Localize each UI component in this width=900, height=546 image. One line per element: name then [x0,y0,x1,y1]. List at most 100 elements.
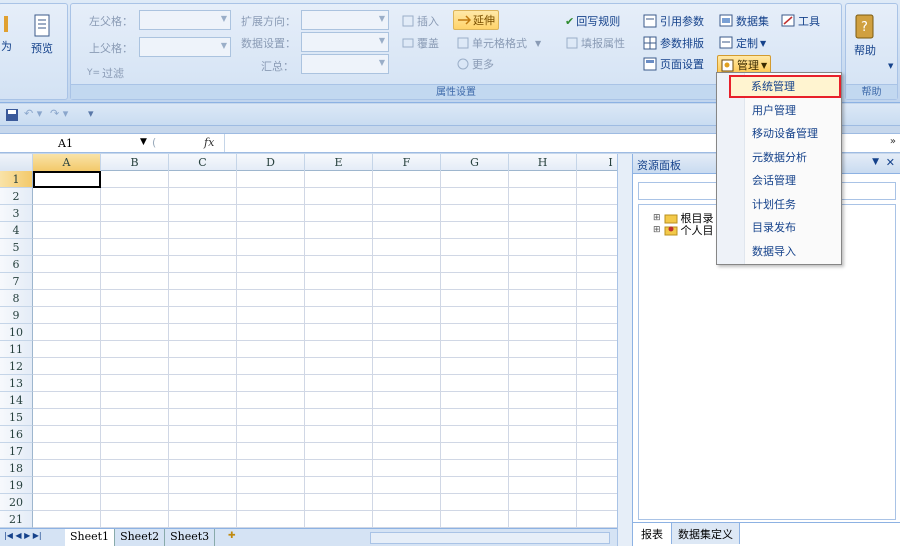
spreadsheet-grid[interactable]: ABCDEFGHI 1 2 3 4 5 6 7 8 9 10 11 12 13 14 15 16 17 18 19 2… [0,154,617,528]
column-header[interactable]: C [169,154,237,171]
gridline [33,289,617,290]
row-header[interactable]: 10 [0,324,33,341]
sheet-tab[interactable]: Sheet1 [65,529,116,546]
column-header[interactable]: B [101,154,169,171]
row-header[interactable]: 9 [0,307,33,324]
customize-button[interactable]: 定制 ▼ [719,35,766,51]
chevron-down-icon: ▼ [220,14,227,23]
overwrite-button[interactable]: 覆盖 [401,35,439,51]
file-group: 为 预览 [0,3,68,100]
collapse-icon[interactable]: » [890,136,896,147]
fill-property-button[interactable]: 填报属性 [565,35,625,51]
row-header[interactable]: 7 [0,273,33,290]
menu-item[interactable]: 移动设备管理 [718,122,840,145]
tree-node-personal[interactable]: ⊞ 个人目 [653,222,714,238]
sheet-tab[interactable]: Sheet3 [165,529,216,546]
fx-icon[interactable]: fx [204,136,214,149]
tab-report[interactable]: 报表 [633,523,672,544]
customize-qat-icon[interactable]: ▾ [88,107,94,120]
more-label: 更多 [472,58,494,71]
top-parent-combo[interactable]: ▼ [139,37,231,57]
undo-icon[interactable]: ↶ ▾ [24,107,42,120]
extend-button[interactable]: 延伸 [453,10,499,30]
dataset-button[interactable]: 数据集 [719,13,769,29]
row-header[interactable]: 20 [0,494,33,511]
menu-item[interactable]: 目录发布 [718,216,840,239]
page-setup-icon [643,57,657,71]
select-all-corner[interactable] [0,154,33,171]
summary-combo[interactable]: ▼ [301,54,389,74]
row-header[interactable]: 11 [0,341,33,358]
data-setting-combo[interactable]: ▼ [301,32,389,52]
writeback-rule-button[interactable]: ✔ 回写规则 [565,13,620,29]
tools-button[interactable]: 工具 [781,13,820,29]
menu-item[interactable]: 计划任务 [718,193,840,216]
cell-format-button[interactable]: 单元格格式 ▼ [456,35,541,51]
help-button[interactable]: ? 帮助 ▼ [854,14,893,70]
insert-button[interactable]: 插入 [401,13,439,29]
data-setting-label: 数据设置： [241,37,296,50]
row-header[interactable]: 16 [0,426,33,443]
page-setup-button[interactable]: 页面设置 [643,56,704,72]
row-header[interactable]: 1 [0,171,33,188]
column-header[interactable]: H [509,154,577,171]
gridline [33,493,617,494]
redo-icon[interactable]: ↷ ▾ [50,107,68,120]
column-header[interactable]: F [373,154,441,171]
item-button[interactable]: 为 [1,14,12,54]
column-header[interactable]: E [305,154,373,171]
active-cell[interactable] [33,171,101,188]
column-header[interactable]: D [237,154,305,171]
expand-icon[interactable]: ⊞ [653,225,661,235]
row-header[interactable]: 14 [0,392,33,409]
menu-item[interactable]: 会话管理 [718,169,840,192]
gridline [440,171,441,528]
save-icon[interactable] [5,108,19,122]
menu-item[interactable]: 系统管理 [729,75,841,98]
row-header[interactable]: 13 [0,375,33,392]
row-header[interactable]: 19 [0,477,33,494]
row-header[interactable]: 17 [0,443,33,460]
menu-item[interactable]: 元数据分析 [718,146,840,169]
name-box-dropdown-icon[interactable]: ▼ [140,137,147,147]
tab-nav-first-icon[interactable]: |◀ ◀ ▶ ▶| [4,531,42,540]
ref-param-icon [643,14,657,28]
new-sheet-icon[interactable]: ✚ [228,531,236,541]
panel-splitter[interactable] [617,154,632,546]
horizontal-scrollbar[interactable] [370,532,610,544]
item1-label: 为 [1,40,12,53]
row-header[interactable]: 3 [0,205,33,222]
ref-param-button[interactable]: 引用参数 [643,13,704,29]
row-header[interactable]: 5 [0,239,33,256]
column-header[interactable]: I [577,154,617,171]
row-header[interactable]: 15 [0,409,33,426]
menu-item[interactable]: 用户管理 [718,99,840,122]
expand-dir-combo[interactable]: ▼ [301,10,389,30]
tab-dataset-def[interactable]: 数据集定义 [672,523,740,544]
row-header[interactable]: 4 [0,222,33,239]
fill-property-label: 填报属性 [581,37,625,50]
row-header[interactable]: 21 [0,511,33,528]
name-box[interactable]: A1 [58,137,73,150]
column-header[interactable]: A [33,154,101,171]
panel-menu-icon[interactable]: ▼ [872,157,879,167]
filter-button[interactable]: Y= 过滤 [87,65,124,81]
menu-item[interactable]: 数据导入 [718,240,840,263]
row-header[interactable]: 2 [0,188,33,205]
more-button[interactable]: 更多 [456,56,494,72]
close-icon[interactable]: ✕ [886,156,895,169]
gridline [236,171,237,528]
column-headers: ABCDEFGHI [0,154,617,171]
filter-icon: Y= [87,68,101,78]
column-header[interactable]: G [441,154,509,171]
sheet-tab[interactable]: Sheet2 [115,529,166,546]
gridline [33,425,617,426]
row-header[interactable]: 6 [0,256,33,273]
row-header[interactable]: 8 [0,290,33,307]
row-header[interactable]: 12 [0,358,33,375]
overwrite-icon [402,38,414,48]
param-layout-button[interactable]: 参数排版 [643,35,704,51]
left-parent-combo[interactable]: ▼ [139,10,231,30]
preview-button[interactable]: 预览 [31,14,53,56]
row-header[interactable]: 18 [0,460,33,477]
